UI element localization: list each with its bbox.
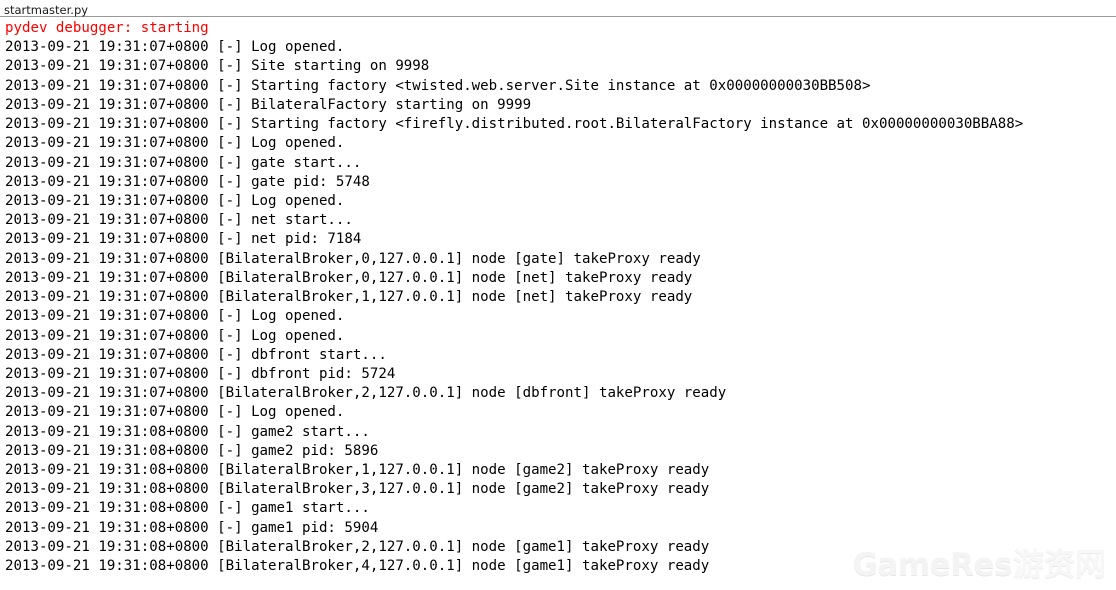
console-log-line: pydev debugger: starting (5, 20, 209, 36)
console-log-line: 2013-09-21 19:31:08+0800 [-] game2 start… (5, 423, 370, 440)
console-log-line: 2013-09-21 19:31:08+0800 [BilateralBroke… (5, 538, 710, 555)
console-output-panel[interactable]: pydev debugger: starting 2013-09-21 19:31… (0, 18, 1116, 590)
tab-label: startmaster.py (4, 2, 89, 17)
console-log-line: 2013-09-21 19:31:07+0800 [-] BilateralFa… (5, 96, 532, 113)
console-log-line: 2013-09-21 19:31:07+0800 [-] Log opened. (5, 308, 345, 325)
console-log-line: 2013-09-21 19:31:07+0800 [-] Log opened. (5, 404, 345, 421)
console-log-line: 2013-09-21 19:31:07+0800 [-] gate pid: 5… (5, 173, 370, 190)
console-log-line: 2013-09-21 19:31:07+0800 [-] Log opened. (5, 135, 345, 152)
console-log-line: 2013-09-21 19:31:08+0800 [BilateralBroke… (5, 481, 710, 498)
console-log-line: 2013-09-21 19:31:07+0800 [-] Log opened. (5, 192, 345, 209)
console-log-line: 2013-09-21 19:31:07+0800 [-] Log opened. (5, 327, 345, 344)
console-log-line: 2013-09-21 19:31:07+0800 [-] net pid: 71… (5, 231, 362, 248)
console-log-line: 2013-09-21 19:31:07+0800 [-] Starting fa… (5, 116, 1024, 133)
tab-startmaster-py[interactable]: startmaster.py (4, 0, 88, 18)
console-log-line: 2013-09-21 19:31:07+0800 [-] dbfront pid… (5, 365, 396, 382)
console-log-line: 2013-09-21 19:31:07+0800 [-] Site starti… (5, 58, 430, 75)
editor-tab-bar: startmaster.py (0, 0, 1116, 17)
console-log-line: 2013-09-21 19:31:07+0800 [-] gate start.… (5, 154, 362, 171)
console-log-line: 2013-09-21 19:31:07+0800 [BilateralBroke… (5, 289, 693, 306)
console-log-line: 2013-09-21 19:31:07+0800 [BilateralBroke… (5, 250, 701, 267)
console-log-line: 2013-09-21 19:31:08+0800 [-] game1 start… (5, 500, 370, 517)
console-log-line: 2013-09-21 19:31:07+0800 [-] dbfront sta… (5, 346, 387, 363)
console-log-line: 2013-09-21 19:31:08+0800 [BilateralBroke… (5, 558, 710, 575)
console-log-line: 2013-09-21 19:31:07+0800 [-] Log opened. (5, 39, 345, 56)
console-log-line: 2013-09-21 19:31:07+0800 [-] Starting fa… (5, 77, 871, 94)
console-log-line: 2013-09-21 19:31:08+0800 [-] game2 pid: … (5, 442, 379, 459)
console-log-line: 2013-09-21 19:31:07+0800 [BilateralBroke… (5, 385, 727, 402)
console-log-line: 2013-09-21 19:31:08+0800 [BilateralBroke… (5, 462, 710, 479)
console-log-line: 2013-09-21 19:31:07+0800 [BilateralBroke… (5, 269, 693, 286)
console-log-line: 2013-09-21 19:31:08+0800 [-] game1 pid: … (5, 519, 379, 536)
console-log-line: 2013-09-21 19:31:07+0800 [-] net start..… (5, 212, 353, 229)
